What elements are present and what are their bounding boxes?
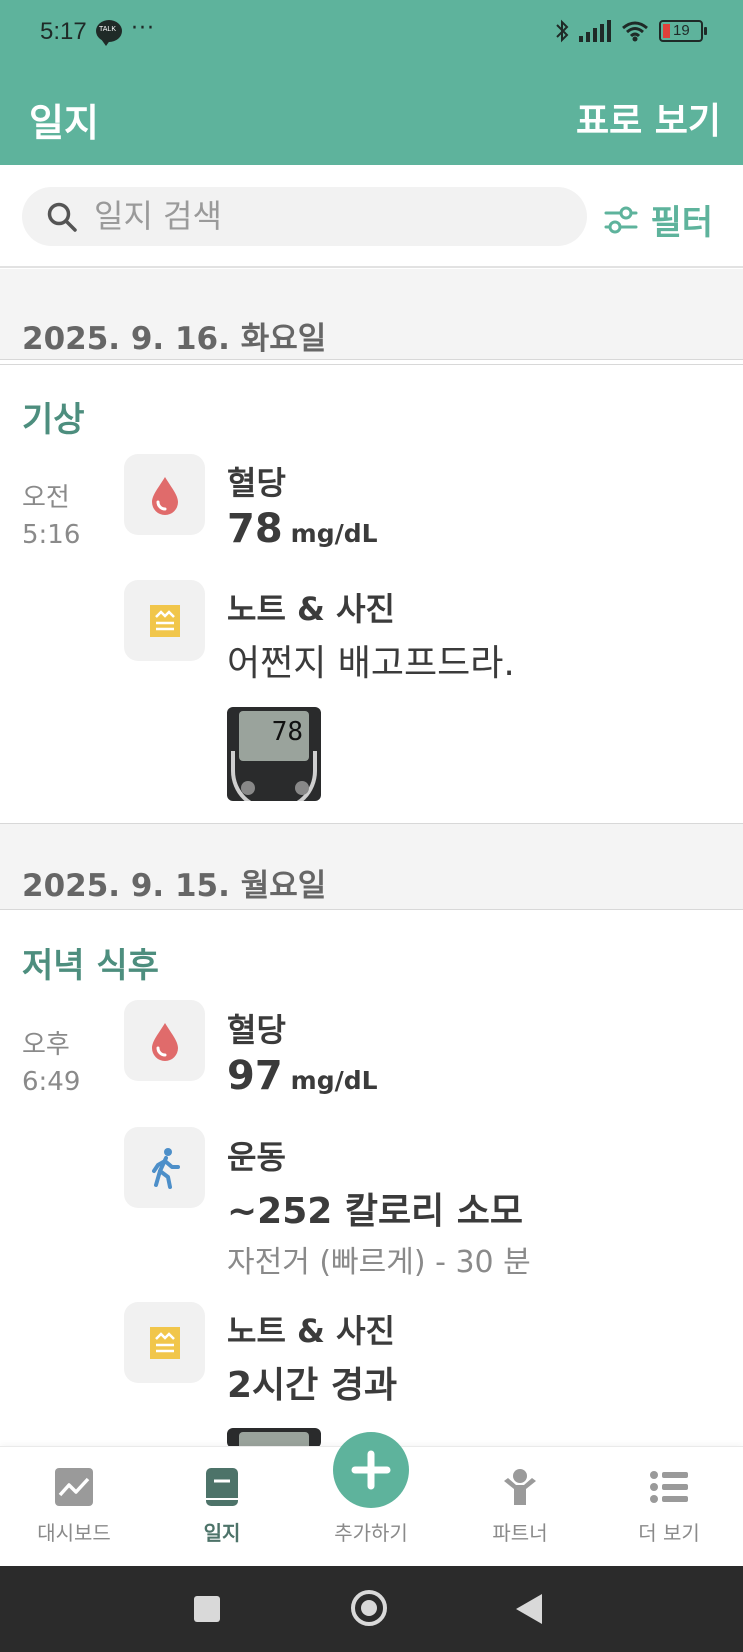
time-ampm: 오전 xyxy=(22,483,70,513)
time-value: 5:16 xyxy=(22,520,81,550)
exercise-entry-icon[interactable] xyxy=(124,1127,205,1208)
nav-label: 일지 xyxy=(203,1521,241,1545)
table-view-button[interactable]: 표로 보기 xyxy=(576,92,721,144)
filter-button[interactable]: 필터 xyxy=(604,195,713,244)
wifi-icon xyxy=(622,21,648,42)
nav-journal[interactable]: 일지 xyxy=(162,1447,282,1567)
date-header: 2025. 9. 15. 월요일 xyxy=(0,824,743,909)
glucose-reading[interactable]: 97 mg/dL xyxy=(227,1053,378,1099)
exercise-calories[interactable]: ~252 칼로리 소모 xyxy=(227,1182,523,1234)
glucose-value: 97 xyxy=(227,1053,283,1099)
plus-icon xyxy=(351,1450,391,1490)
more-notifications-icon: ··· xyxy=(131,16,155,41)
entry-label: 혈당 xyxy=(227,1011,286,1049)
entry-label: 혈당 xyxy=(227,464,286,502)
partner-icon xyxy=(504,1469,536,1505)
date-label: 2025. 9. 16. 화요일 xyxy=(22,321,327,357)
walking-person-icon xyxy=(151,1147,180,1189)
entry-label: 운동 xyxy=(227,1138,286,1176)
back-icon[interactable] xyxy=(516,1594,542,1624)
note-photo-icon xyxy=(149,1326,180,1359)
nav-label: 대시보드 xyxy=(37,1521,111,1545)
status-time: 5:17 xyxy=(40,18,87,45)
date-label: 2025. 9. 15. 월요일 xyxy=(22,868,327,904)
note-photo-icon xyxy=(149,604,180,637)
app-bar: 5:17 TALK ··· 19 일지 표로 보기 xyxy=(0,0,743,165)
glucose-entry-icon[interactable] xyxy=(124,454,205,535)
note-entry-icon[interactable] xyxy=(124,1302,205,1383)
glucose-reading[interactable]: 78 mg/dL xyxy=(227,506,378,552)
meter-photo-thumbnail[interactable] xyxy=(227,1428,321,1448)
date-header: 2025. 9. 16. 화요일 xyxy=(0,269,743,359)
entry-time: 오후 6:49 xyxy=(22,1027,80,1101)
more-list-icon xyxy=(650,1471,688,1503)
divider xyxy=(0,359,743,360)
battery-level: 19 xyxy=(673,22,690,39)
search-box[interactable] xyxy=(22,187,587,246)
nav-dashboard[interactable]: 대시보드 xyxy=(14,1447,134,1567)
journal-icon xyxy=(206,1468,238,1506)
blood-drop-icon xyxy=(151,1022,178,1061)
divider xyxy=(0,909,743,910)
glucose-unit: mg/dL xyxy=(290,1066,378,1095)
kakaotalk-notification-icon: TALK xyxy=(96,20,122,46)
divider xyxy=(0,364,743,365)
entry-label: 노트 & 사진 xyxy=(227,590,395,628)
photo-reading: 78 xyxy=(271,717,303,747)
page-title: 일지 xyxy=(29,101,99,145)
nav-more[interactable]: 더 보기 xyxy=(609,1447,729,1567)
exercise-detail: 자전거 (빠르게) - 30 분 xyxy=(227,1245,531,1280)
section-title: 저녁 식후 xyxy=(22,946,159,986)
nav-partner[interactable]: 파트너 xyxy=(460,1447,580,1567)
glucose-value: 78 xyxy=(227,506,283,552)
entry-time: 오전 5:16 xyxy=(22,480,80,554)
note-text[interactable]: 어쩐지 배고프드라. xyxy=(227,634,515,686)
note-entry-icon[interactable] xyxy=(124,580,205,661)
filter-sliders-icon xyxy=(604,206,638,233)
search-icon xyxy=(47,202,77,232)
filter-label: 필터 xyxy=(650,203,713,243)
battery-icon: 19 xyxy=(659,20,707,42)
dashboard-icon xyxy=(55,1468,93,1506)
note-text[interactable]: 2시간 경과 xyxy=(227,1356,397,1408)
nav-label: 파트너 xyxy=(492,1521,548,1545)
search-input[interactable] xyxy=(94,195,564,237)
status-bar: 5:17 TALK ··· 19 xyxy=(0,0,743,64)
add-entry-button[interactable] xyxy=(333,1432,409,1508)
time-value: 6:49 xyxy=(22,1067,81,1097)
glucose-unit: mg/dL xyxy=(290,519,378,548)
talk-badge-text: TALK xyxy=(99,26,116,33)
bluetooth-icon xyxy=(556,19,569,43)
home-icon[interactable] xyxy=(351,1590,387,1626)
nav-label: 추가하기 xyxy=(334,1521,408,1545)
search-bar-row: 필터 xyxy=(0,165,743,268)
blood-drop-icon xyxy=(151,476,178,515)
system-navigation-bar xyxy=(0,1566,743,1652)
entry-label: 노트 & 사진 xyxy=(227,1312,395,1350)
status-icons: 19 xyxy=(555,18,707,44)
meter-photo-thumbnail[interactable]: 78 xyxy=(227,707,321,801)
glucose-entry-icon[interactable] xyxy=(124,1000,205,1081)
time-ampm: 오후 xyxy=(22,1030,70,1060)
recent-apps-icon[interactable] xyxy=(194,1596,220,1622)
nav-label: 더 보기 xyxy=(638,1521,700,1545)
signal-icon xyxy=(579,20,611,42)
section-title: 기상 xyxy=(22,400,85,440)
